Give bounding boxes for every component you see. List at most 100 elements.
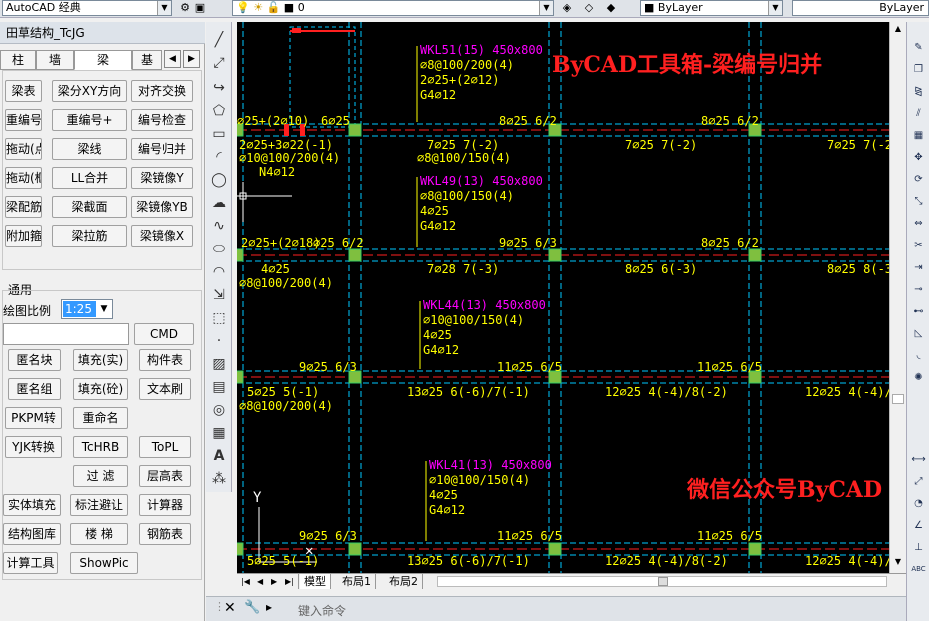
fill-solid-button[interactable]: 填充(实): [73, 349, 128, 371]
fillet-icon[interactable]: ◟: [911, 348, 926, 363]
number-check-button[interactable]: 编号检查: [131, 109, 193, 131]
horizontal-scrollbar[interactable]: [437, 576, 887, 587]
workspace-select[interactable]: AutoCAD 经典 ▼: [2, 0, 172, 16]
tchrb-button[interactable]: TcHRB: [73, 436, 128, 458]
hscroll-thumb[interactable]: [658, 577, 668, 586]
yjk-convert-button[interactable]: YJK转换: [5, 436, 62, 458]
renumber-plus-button[interactable]: 重编号+: [52, 109, 127, 131]
cmd-input[interactable]: [3, 323, 129, 345]
tab-layout2[interactable]: 布局2: [385, 574, 423, 589]
tab-foundation[interactable]: 基: [132, 50, 162, 70]
table-icon[interactable]: ▦: [209, 423, 229, 443]
prev-layout-icon[interactable]: ◀: [253, 574, 269, 589]
construction-line-icon[interactable]: ⤢: [209, 53, 229, 73]
workspace-icon[interactable]: ▣: [193, 1, 207, 15]
ellipse-arc-icon[interactable]: ◠: [209, 262, 229, 282]
member-table-button[interactable]: 构件表: [139, 349, 191, 371]
tab-layout1[interactable]: 布局1: [338, 574, 376, 589]
number-merge-button[interactable]: 编号归并: [131, 138, 193, 160]
filter-button[interactable]: 过 滤: [73, 465, 128, 487]
beam-mirror-x-button[interactable]: 梁镜像X: [131, 225, 193, 247]
trim-icon[interactable]: ✂: [911, 238, 926, 253]
break-icon[interactable]: ⊸: [911, 282, 926, 297]
rotate-icon[interactable]: ⟳: [911, 172, 926, 187]
hatch-icon[interactable]: ▨: [209, 354, 229, 374]
array-icon[interactable]: ▦: [911, 128, 926, 143]
dim-linear-icon[interactable]: ⟷: [911, 452, 926, 467]
scale-select[interactable]: 1:25 ▼: [61, 299, 113, 319]
ll-merge-button[interactable]: LL合并: [52, 167, 127, 189]
join-icon[interactable]: ⊷: [911, 304, 926, 319]
linetype-select[interactable]: ByLayer: [792, 0, 929, 16]
vertical-scrollbar[interactable]: ▲ ▼: [889, 22, 906, 573]
move-icon[interactable]: ✥: [911, 150, 926, 165]
rectangle-icon[interactable]: ▭: [209, 124, 229, 144]
drag-point-button[interactable]: 拖动(点): [5, 138, 42, 160]
beam-line-button[interactable]: 梁线: [52, 138, 127, 160]
floor-height-button[interactable]: 层高表: [139, 465, 191, 487]
tab-next-icon[interactable]: ▶: [183, 50, 200, 68]
spline-icon[interactable]: ∿: [209, 216, 229, 236]
next-layout-icon[interactable]: ▶: [267, 574, 283, 589]
polygon-icon[interactable]: ⬠: [209, 101, 229, 121]
stretch-icon[interactable]: ⇔: [911, 216, 926, 231]
dim-angle-icon[interactable]: ∠: [911, 518, 926, 533]
struct-library-button[interactable]: 结构图库: [3, 523, 61, 545]
color-select[interactable]: ■ ByLayer ▼: [640, 0, 783, 16]
circle-icon[interactable]: ◯: [209, 170, 229, 190]
showpic-button[interactable]: ShowPic: [70, 552, 138, 574]
point-icon[interactable]: ·: [209, 331, 229, 351]
scroll-up-icon[interactable]: ▲: [892, 24, 904, 36]
text-brush-button[interactable]: 文本刷: [139, 378, 191, 400]
layer-select[interactable]: 💡 ☀ 🔓 ■ 0 ▼: [232, 0, 554, 16]
solid-fill-button[interactable]: 实体填充: [3, 494, 61, 516]
arc-icon[interactable]: ◜: [209, 147, 229, 167]
beam-ratio-button[interactable]: 梁配筋率: [5, 196, 42, 218]
gradient-icon[interactable]: ▤: [209, 377, 229, 397]
dim-avoid-button[interactable]: 标注避让: [70, 494, 128, 516]
dim-baseline-icon[interactable]: ⊥: [911, 540, 926, 555]
mirror-icon[interactable]: ⧎: [911, 84, 926, 99]
dim-style-icon[interactable]: ABC: [911, 562, 926, 577]
dim-aligned-icon[interactable]: ⤢: [911, 474, 926, 489]
topl-button[interactable]: ToPL: [139, 436, 191, 458]
dim-radius-icon[interactable]: ◔: [911, 496, 926, 511]
layer-iso-icon[interactable]: ◆: [604, 1, 618, 15]
extra-stirrup-button[interactable]: 附加箍筋: [5, 225, 42, 247]
beam-section-button[interactable]: 梁截面: [52, 196, 127, 218]
pkpm-convert-button[interactable]: PKPM转: [5, 407, 62, 429]
fill-concrete-button[interactable]: 填充(砼): [73, 378, 128, 400]
beam-mirror-y-button[interactable]: 梁镜像Y: [131, 167, 193, 189]
renumber-button[interactable]: 重编号: [5, 109, 42, 131]
close-icon[interactable]: ✕: [224, 600, 236, 616]
last-layout-icon[interactable]: ▶|: [281, 574, 299, 589]
tab-prev-icon[interactable]: ◀: [164, 50, 181, 68]
tab-beam[interactable]: 梁: [74, 50, 132, 70]
rebar-table-button[interactable]: 钢筋表: [139, 523, 191, 545]
wrench-icon[interactable]: 🔧: [244, 600, 260, 615]
stair-button[interactable]: 楼 梯: [70, 523, 128, 545]
rename-button[interactable]: 重命名: [73, 407, 128, 429]
anon-block-button[interactable]: 匿名块: [8, 349, 61, 371]
tab-wall[interactable]: 墙: [36, 50, 74, 70]
mtext-icon[interactable]: A: [209, 446, 229, 466]
erase-icon[interactable]: ✎: [911, 40, 926, 55]
layer-state-icon[interactable]: ◈: [560, 1, 574, 15]
extend-icon[interactable]: ⇥: [911, 260, 926, 275]
revcloud-icon[interactable]: ☁: [209, 193, 229, 213]
polyline-icon[interactable]: ↪: [209, 78, 229, 98]
calculator-button[interactable]: 计算器: [139, 494, 191, 516]
line-icon[interactable]: ╱: [209, 30, 229, 50]
cmd-button[interactable]: CMD: [134, 323, 194, 345]
recent-commands-icon[interactable]: ▸: [266, 600, 272, 614]
offset-icon[interactable]: ⫽: [911, 106, 926, 121]
region-icon[interactable]: ◎: [209, 400, 229, 420]
beam-mirror-yb-button[interactable]: 梁镜像YB: [131, 196, 193, 218]
tab-model[interactable]: 模型: [300, 574, 331, 589]
add-selected-icon[interactable]: ⁂: [209, 469, 229, 489]
chamfer-icon[interactable]: ◺: [911, 326, 926, 341]
beam-tie-button[interactable]: 梁拉筋: [52, 225, 127, 247]
insert-block-icon[interactable]: ⇲: [209, 285, 229, 305]
beam-table-button[interactable]: 梁表: [5, 80, 42, 102]
beam-xy-split-button[interactable]: 梁分XY方向: [52, 80, 127, 102]
